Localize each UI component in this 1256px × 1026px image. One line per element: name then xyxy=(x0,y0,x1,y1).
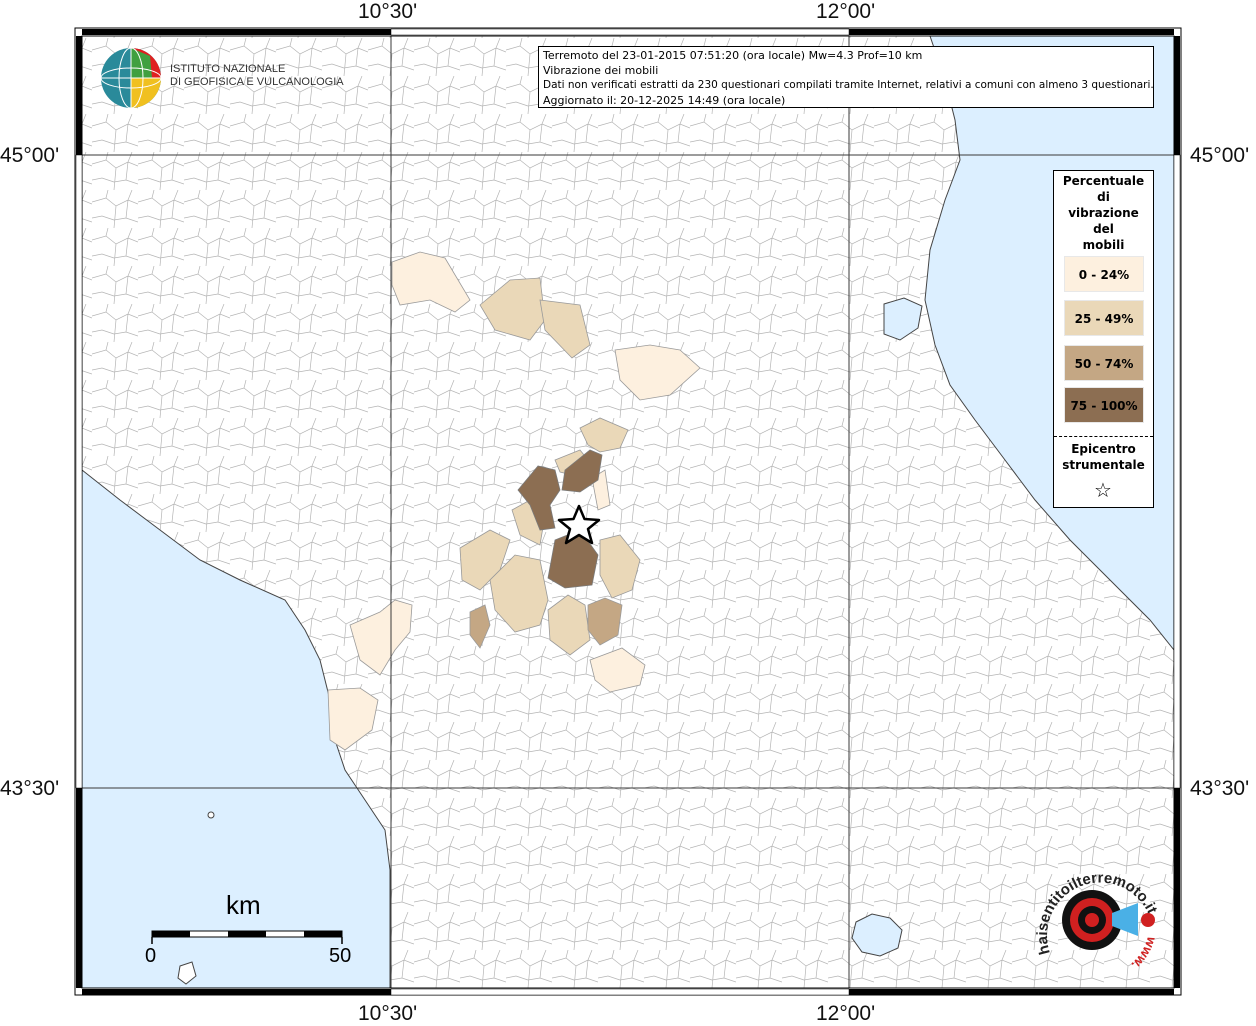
lon-label-bottom: 12°00' xyxy=(816,1002,876,1025)
ingv-logo-line1: ISTITUTO NAZIONALE xyxy=(170,63,286,75)
lat-label-left: 43°30' xyxy=(0,777,60,800)
legend-title-line: mobili xyxy=(1082,238,1125,252)
legend-item-75-100: 75 - 100% xyxy=(1064,387,1144,423)
ingv-globe-logo xyxy=(100,47,162,109)
legend-epicenter-label: Epicentro strumentale xyxy=(1054,441,1153,473)
lon-label-bottom: 10°30' xyxy=(358,1002,418,1025)
legend: Percentuale di vibrazione del mobili 0 -… xyxy=(1053,170,1154,508)
target-megaphone-logo: haisentitoilterremoto.it www. xyxy=(1034,870,1161,974)
legend-title-line: Percentuale xyxy=(1062,174,1145,188)
lat-label-right: 43°30' xyxy=(1190,777,1250,800)
legend-title-line: vibrazione xyxy=(1068,206,1139,220)
event-info-line: Terremoto del 23-01-2015 07:51:20 (ora l… xyxy=(543,49,923,62)
legend-epicenter-line: strumentale xyxy=(1062,458,1145,472)
svg-text:www.: www. xyxy=(1129,934,1160,973)
legend-item-0-24: 0 - 24% xyxy=(1064,256,1144,292)
legend-epicenter-line: Epicentro xyxy=(1071,442,1136,456)
legend-star-icon: ☆ xyxy=(1094,478,1112,502)
lon-label-top: 10°30' xyxy=(358,0,418,23)
legend-item-25-49: 25 - 49% xyxy=(1064,300,1144,336)
lon-label-top: 12°00' xyxy=(816,0,876,23)
event-info-line: Aggiornato il: 20-12-2025 14:49 (ora loc… xyxy=(543,94,786,107)
legend-title: Percentuale di vibrazione del mobili xyxy=(1054,173,1153,253)
scale-max-label: 50 xyxy=(329,945,352,967)
legend-item-50-74: 50 - 74% xyxy=(1064,345,1144,381)
scale-title: km xyxy=(226,890,261,920)
island xyxy=(207,811,215,819)
ingv-logo-text: ISTITUTO NAZIONALE DI GEOFISICA E VULCAN… xyxy=(170,63,344,89)
watermark-url: www. xyxy=(1129,934,1160,973)
ingv-logo-line2: DI GEOFISICA E VULCANOLOGIA xyxy=(170,76,344,88)
event-info-box: Terremoto del 23-01-2015 07:51:20 (ora l… xyxy=(538,46,1154,108)
legend-title-line: di xyxy=(1097,190,1110,204)
lat-label-right: 45°00' xyxy=(1190,144,1250,167)
event-info-line: Vibrazione dei mobili xyxy=(543,64,659,77)
event-info-line: Dati non verificati estratti da 230 ques… xyxy=(543,79,1154,91)
legend-title-line: del xyxy=(1093,222,1114,236)
scale-min-label: 0 xyxy=(145,945,157,967)
lat-label-left: 45°00' xyxy=(0,144,60,167)
legend-separator xyxy=(1054,436,1153,437)
